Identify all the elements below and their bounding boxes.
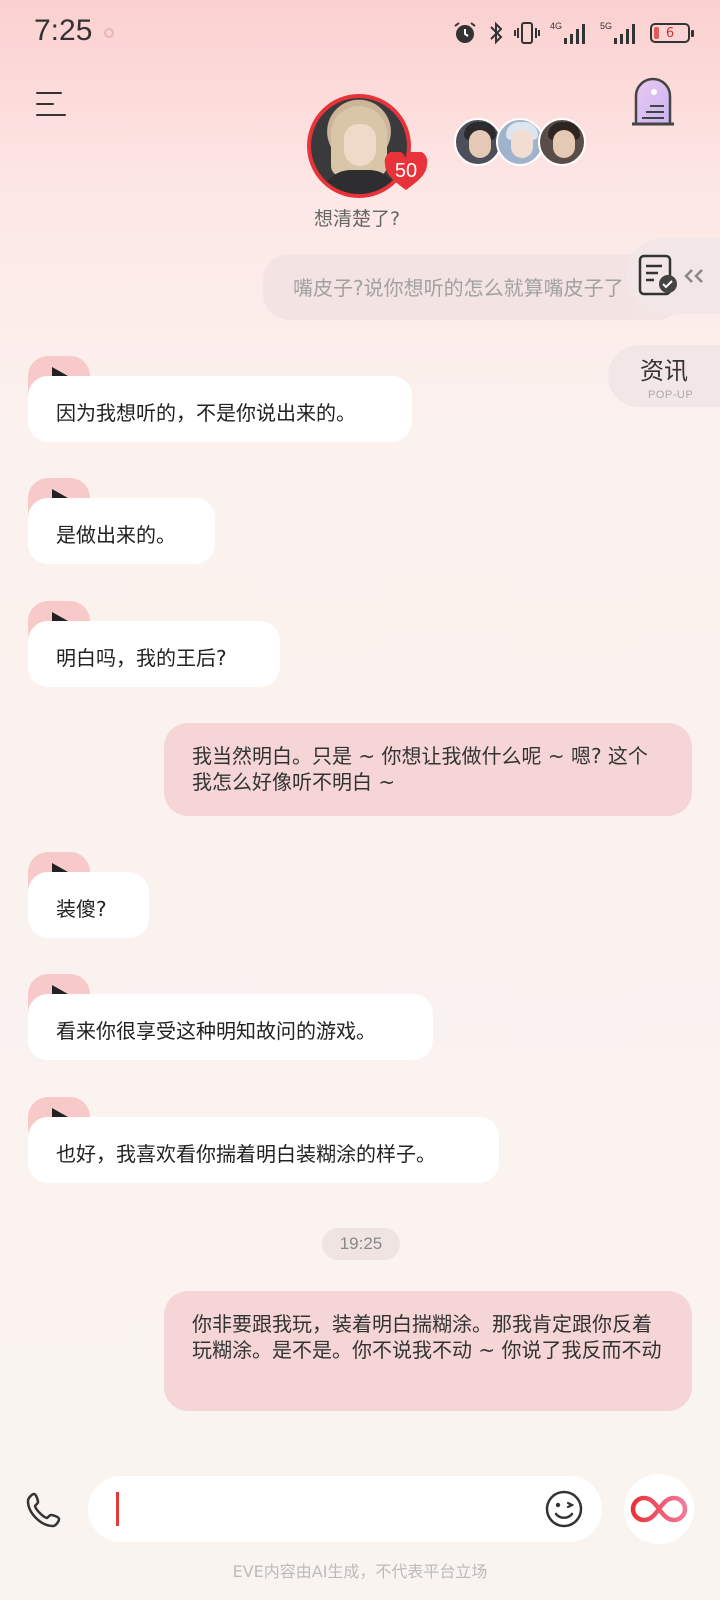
affinity-badge: 50 (383, 152, 429, 192)
special-action-button[interactable] (624, 1474, 694, 1544)
ai-message-text: 也好，我喜欢看你揣着明白装糊涂的样子。 (28, 1117, 499, 1183)
status-icons: 4G 5G 6 (452, 20, 694, 46)
mini-avatar[interactable] (538, 118, 586, 166)
summary-tab[interactable] (626, 238, 720, 314)
voice-call-button[interactable] (24, 1490, 64, 1530)
character-status-text: 想清楚了? (313, 208, 401, 230)
infinity-icon (630, 1495, 688, 1523)
status-time: 7:25 (34, 14, 93, 47)
ai-disclaimer: EVE内容由AI生成，不代表平台立场 (232, 1562, 488, 1581)
ai-message-text: 是做出来的。 (28, 498, 215, 564)
signal-5g-icon: 5G (600, 20, 640, 46)
news-subtitle: POP-UP (648, 389, 694, 401)
alarm-icon (452, 20, 478, 46)
message-input[interactable] (88, 1476, 602, 1542)
battery-icon: 6 (650, 23, 694, 43)
notification-dot-icon (104, 28, 114, 38)
news-title: 资讯 (640, 357, 688, 385)
faded-user-message: 嘴皮子?说你想听的怎么就算嘴皮子了 (263, 254, 683, 320)
text-caret (116, 1492, 119, 1526)
menu-icon (36, 92, 62, 94)
message-timestamp: 19:25 (322, 1228, 400, 1260)
menu-button[interactable] (36, 90, 68, 120)
tower-window-icon (632, 77, 674, 126)
character-status: 想清楚了? (0, 204, 720, 231)
network-5g-label: 5G (600, 21, 612, 31)
battery-level: 6 (665, 25, 675, 41)
document-check-icon (638, 254, 703, 296)
tower-window-button[interactable] (628, 74, 678, 130)
ai-message-text: 明白吗，我的王后? (28, 621, 280, 687)
ai-message-text: 装傻? (28, 872, 149, 938)
status-bar: 7:25 4G 5G 6 (0, 0, 720, 70)
user-message: 我当然明白。只是 ~ 你想让我做什么呢 ~ 嗯? 这个我怎么好像听不明白 ~ (164, 723, 692, 816)
mini-avatar[interactable] (454, 118, 502, 166)
news-popup-button[interactable]: 资讯 POP-UP (608, 345, 720, 407)
user-message: 你非要跟我玩，装着明白揣糊涂。那我肯定跟你反着玩糊涂。是不是。你不说我不动 ~ … (164, 1291, 692, 1411)
bluetooth-icon (488, 20, 504, 46)
emoji-button[interactable] (544, 1489, 584, 1529)
other-characters[interactable] (454, 118, 586, 168)
network-4g-label: 4G (550, 21, 562, 31)
vibrate-icon (514, 20, 540, 46)
character-avatar[interactable]: 50 (307, 94, 428, 198)
ai-message-text: 因为我想听的，不是你说出来的。 (28, 376, 412, 442)
signal-4g-icon: 4G (550, 20, 590, 46)
phone-icon (26, 1492, 61, 1528)
mini-avatar[interactable] (496, 118, 544, 166)
ai-message-text: 看来你很享受这种明知故问的游戏。 (28, 994, 433, 1060)
emoji-icon (545, 1490, 583, 1528)
affinity-level: 50 (394, 160, 418, 182)
